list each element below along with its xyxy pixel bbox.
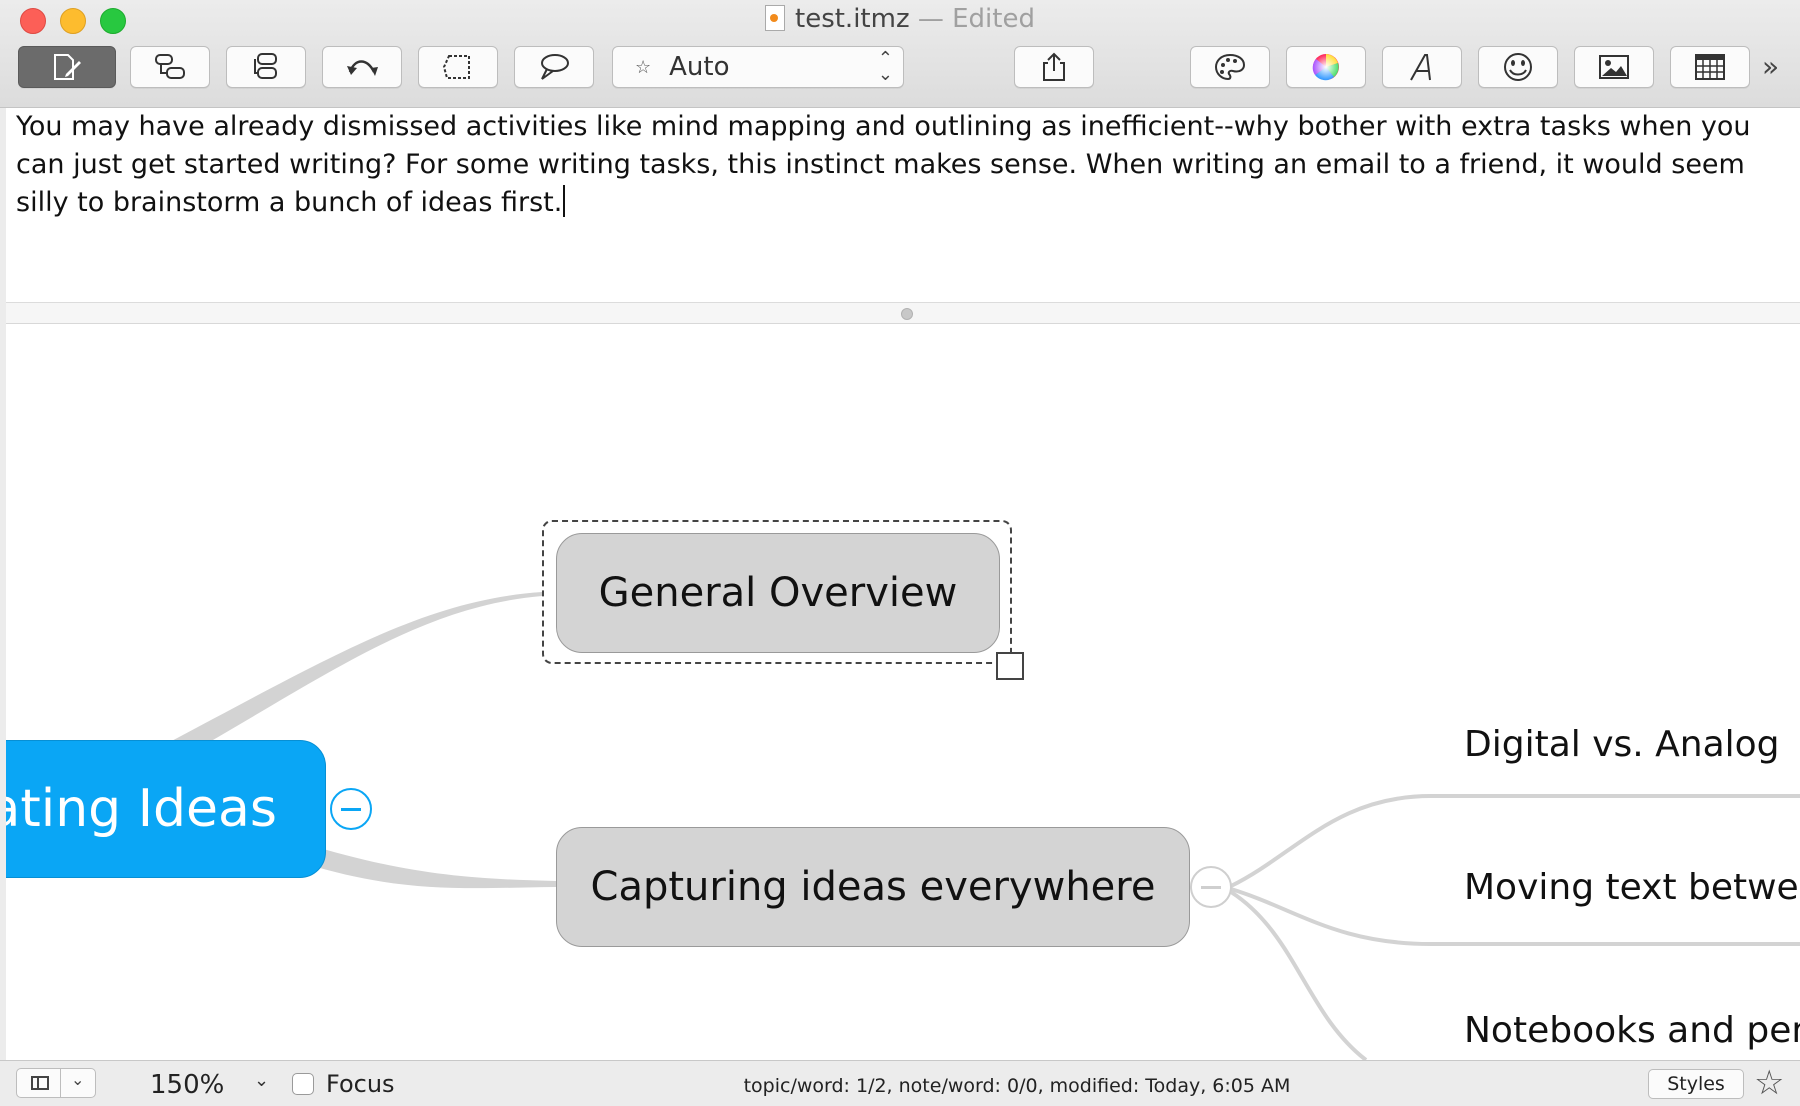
document-stats: topic/word: 1/2, note/word: 0/0, modifie…: [743, 1075, 1291, 1097]
share-button[interactable]: [1014, 46, 1094, 88]
resize-handle[interactable]: [996, 652, 1024, 680]
window-title: test.itmz — Edited: [0, 4, 1800, 34]
palette-icon: [1214, 53, 1246, 81]
document-name: test.itmz: [795, 4, 910, 34]
relationship-arrow-icon: [347, 60, 378, 76]
add-callout-button[interactable]: [514, 46, 594, 88]
edit-note-button[interactable]: [18, 46, 116, 88]
updown-arrows-icon: ⌃ ⌄: [877, 48, 893, 85]
color-wheel-button[interactable]: [1286, 46, 1366, 88]
add-child-topic-button[interactable]: [130, 46, 210, 88]
note-text: You may have already dismissed activitie…: [16, 111, 1751, 218]
insert-image-button[interactable]: [1574, 46, 1654, 88]
layout-style-value: Auto: [669, 52, 730, 82]
font-italic-a-icon: [1410, 54, 1431, 81]
central-topic[interactable]: ating Ideas: [6, 740, 326, 878]
mind-map-canvas[interactable]: ating Ideas General Overview Capturing i…: [6, 324, 1800, 1060]
note-text-container: You may have already dismissed activitie…: [16, 108, 1786, 222]
sibling-topic-icon: [254, 53, 277, 79]
share-icon: [1043, 52, 1065, 81]
star-icon: ☆: [635, 56, 652, 78]
note-editor[interactable]: You may have already dismissed activitie…: [6, 108, 1800, 303]
topic-label: General Overview: [598, 570, 958, 616]
styles-button[interactable]: Styles: [1648, 1069, 1744, 1099]
status-bar: ⌄ 150% ⌄ Focus topic/word: 1/2, note/wor…: [0, 1060, 1800, 1106]
topic-general-overview[interactable]: General Overview: [556, 533, 1000, 653]
insert-table-button[interactable]: [1670, 46, 1750, 88]
colors-palette-button[interactable]: [1190, 46, 1270, 88]
stickers-button[interactable]: [1478, 46, 1558, 88]
fonts-button[interactable]: [1382, 46, 1462, 88]
color-wheel-icon: [1312, 54, 1339, 81]
callout-icon: [541, 54, 569, 80]
subtopic-notebooks-and-pens[interactable]: Notebooks and pens: [1464, 1010, 1800, 1051]
title-bar: test.itmz — Edited ☆ Auto ⌃ ⌄ »: [0, 0, 1800, 108]
branch-to-capturing-ideas: [306, 844, 556, 889]
boundary-icon: [442, 55, 470, 79]
branch-to-general-overview: [166, 592, 542, 744]
central-topic-label: ating Ideas: [6, 779, 277, 839]
favorite-star-icon[interactable]: ☆: [1754, 1063, 1784, 1103]
note-pencil-icon: [54, 54, 81, 80]
child-topic-icon: [155, 54, 185, 79]
subtopic-digital-vs-analog[interactable]: Digital vs. Analog: [1464, 724, 1780, 765]
edited-indicator: — Edited: [909, 4, 1035, 34]
topic-capturing-ideas-everywhere[interactable]: Capturing ideas everywhere: [556, 827, 1190, 947]
branch-connectors: [166, 592, 1800, 1060]
document-icon: [765, 5, 785, 31]
topic-label: Capturing ideas everywhere: [590, 864, 1156, 910]
app-window: test.itmz — Edited ☆ Auto ⌃ ⌄ » You may …: [0, 0, 1800, 1106]
add-sibling-topic-button[interactable]: [226, 46, 306, 88]
table-grid-icon: [1695, 54, 1725, 80]
text-caret: [563, 185, 566, 217]
collapse-central-button[interactable]: [330, 788, 372, 830]
toolbar-overflow-button[interactable]: »: [1762, 50, 1779, 83]
smiley-icon: [1504, 53, 1532, 81]
collapse-capturing-button[interactable]: [1190, 866, 1232, 908]
add-boundary-button[interactable]: [418, 46, 498, 88]
note-splitter[interactable]: [6, 303, 1800, 324]
splitter-handle[interactable]: [901, 308, 913, 320]
add-relationship-button[interactable]: [322, 46, 402, 88]
image-icon: [1599, 55, 1629, 79]
layout-style-select[interactable]: ☆ Auto ⌃ ⌄: [612, 46, 904, 88]
subtopic-moving-text[interactable]: Moving text betweer: [1464, 867, 1800, 908]
